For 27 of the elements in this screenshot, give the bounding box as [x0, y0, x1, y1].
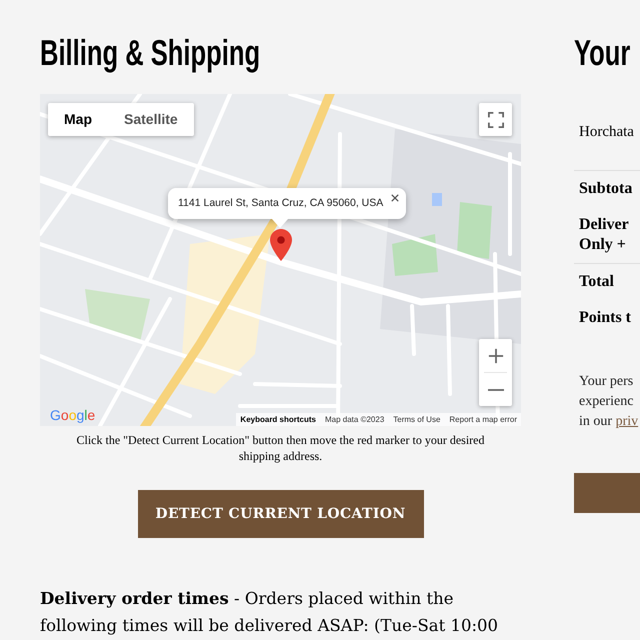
- section-heading: Billing & Shipping: [40, 33, 260, 73]
- attribution-link[interactable]: Terms of Use: [393, 414, 440, 424]
- address-text: 1141 Laurel St, Santa Cruz, CA 95060, USA: [178, 197, 384, 210]
- map-type-tab[interactable]: Map: [48, 103, 108, 136]
- google-logo: Google: [50, 407, 96, 423]
- map-pin-icon[interactable]: [270, 229, 292, 261]
- row-label: Subtota: [578, 179, 634, 199]
- row-label: Deliver Only +: [578, 215, 630, 255]
- close-icon: [391, 194, 400, 202]
- fullscreen-button[interactable]: [479, 103, 512, 136]
- text-link[interactable]: priv: [616, 414, 638, 429]
- map-type-tab[interactable]: Satellite: [108, 103, 194, 136]
- section-heading: Your: [574, 33, 630, 73]
- delivery-note-text: Delivery order times - Orders placed within the following times will be delivered ASAP: (Tue-Sat 10:00: [40, 588, 500, 637]
- attribution-text: Map data ©2023: [325, 414, 384, 424]
- fullscreen-icon: [488, 112, 504, 128]
- minus-icon: [488, 388, 504, 390]
- notice-text: Your pers experienc in our priv: [578, 373, 640, 431]
- attribution-button[interactable]: Keyboard shortcuts: [240, 414, 316, 424]
- attribution-link[interactable]: Report a map error: [449, 414, 517, 424]
- map-hint-text: Click the "Detect Current Location" button then move the red marker to your desired shipping address.: [75, 432, 486, 464]
- row-label: Points t: [578, 308, 632, 328]
- plus-icon: [488, 348, 504, 364]
- close-button[interactable]: [389, 192, 402, 204]
- item-name: Horchata: [578, 123, 635, 142]
- detect-location-button[interactable]: DETECT CURRENT LOCATION: [138, 490, 424, 538]
- row-label: Total: [578, 272, 615, 292]
